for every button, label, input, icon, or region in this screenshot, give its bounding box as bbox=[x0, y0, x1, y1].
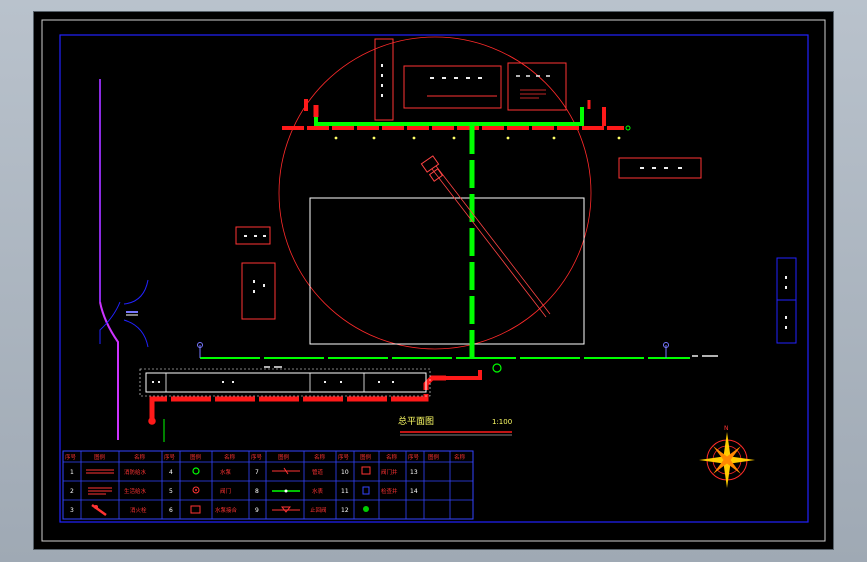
main-building-outline bbox=[309, 197, 585, 345]
building-top-middle bbox=[403, 65, 502, 109]
building-left-tall bbox=[241, 262, 276, 320]
legend-header-no: 序号 bbox=[65, 453, 77, 461]
svg-text:图例: 图例 bbox=[278, 453, 290, 461]
legend-no-14: 14 bbox=[410, 488, 418, 495]
legend-no-7: 7 bbox=[255, 469, 259, 476]
domestic-water-line-icon bbox=[88, 487, 112, 495]
legend-no-13: 13 bbox=[410, 469, 418, 476]
bottom-building-strip bbox=[145, 372, 427, 393]
legend-name-7: 管道 bbox=[312, 468, 324, 476]
legend-name-2: 生活给水 bbox=[124, 487, 147, 495]
svg-text:名称: 名称 bbox=[454, 453, 466, 461]
legend-name-6: 水泵接合 bbox=[215, 506, 238, 514]
legend-header-symbol: 图例 bbox=[94, 453, 106, 461]
svg-text:序号: 序号 bbox=[164, 453, 176, 461]
legend-no-8: 8 bbox=[255, 488, 259, 495]
legend-no-4: 4 bbox=[169, 469, 173, 476]
site-plan-drawing: 总平面图 1:100 序号 图例 名称 序号 图例 名称 序号 图例 名称 序号 bbox=[41, 19, 826, 542]
building-top-tall bbox=[374, 38, 394, 121]
legend-no-2: 2 bbox=[70, 488, 74, 495]
legend-name-10: 阀门井 bbox=[381, 468, 398, 476]
hydrant-icon bbox=[91, 503, 107, 517]
legend-name-3: 消火栓 bbox=[130, 506, 147, 514]
legend-name-5: 阀门 bbox=[220, 487, 231, 495]
legend-table: 序号 图例 名称 序号 图例 名称 序号 图例 名称 序号 图例 名称 序号 图… bbox=[62, 450, 474, 520]
svg-text:图例: 图例 bbox=[428, 453, 440, 461]
legend-header-name: 名称 bbox=[134, 453, 146, 461]
legend-no-1: 1 bbox=[70, 469, 74, 476]
legend-name-4: 水泵 bbox=[220, 468, 232, 476]
pump-icon bbox=[192, 467, 200, 475]
green-valve-icon bbox=[363, 506, 369, 512]
svg-text:序号: 序号 bbox=[408, 453, 420, 461]
pipe-arrow-icon bbox=[272, 467, 300, 475]
drawing-scale: 1:100 bbox=[492, 418, 512, 426]
check-valve-icon bbox=[272, 506, 300, 513]
right-label-box bbox=[618, 157, 702, 179]
building-top-right bbox=[507, 62, 567, 111]
svg-text:图例: 图例 bbox=[360, 453, 372, 461]
legend-no-5: 5 bbox=[169, 488, 173, 495]
meter-line-icon bbox=[272, 489, 300, 493]
compass-north-label: N bbox=[724, 425, 729, 432]
legend-no-6: 6 bbox=[169, 507, 173, 514]
north-compass-icon: N bbox=[699, 425, 755, 488]
svg-text:名称: 名称 bbox=[386, 453, 398, 461]
svg-text:序号: 序号 bbox=[338, 453, 350, 461]
manhole-icon bbox=[362, 486, 370, 495]
legend-no-12: 12 bbox=[341, 507, 349, 514]
legend-name-11: 检查井 bbox=[381, 487, 398, 495]
svg-text:名称: 名称 bbox=[314, 453, 326, 461]
legend-name-1: 消防给水 bbox=[124, 468, 147, 476]
svg-text:名称: 名称 bbox=[224, 453, 236, 461]
valve-circle-icon bbox=[192, 486, 200, 494]
legend-no-3: 3 bbox=[70, 507, 74, 514]
service-radius-circle bbox=[278, 36, 592, 350]
svg-text:图例: 图例 bbox=[190, 453, 202, 461]
legend-no-10: 10 bbox=[341, 469, 349, 476]
legend-no-11: 11 bbox=[341, 488, 349, 495]
square-well-icon bbox=[361, 466, 371, 475]
legend-name-9: 止回阀 bbox=[310, 506, 327, 514]
cad-drawing-viewport[interactable]: 总平面图 1:100 序号 图例 名称 序号 图例 名称 序号 图例 名称 序号 bbox=[34, 12, 833, 549]
legend-name-8: 水表 bbox=[312, 487, 324, 495]
fire-water-line-icon bbox=[86, 469, 114, 474]
legend-no-9: 9 bbox=[255, 507, 259, 514]
drawing-title: 总平面图 bbox=[398, 415, 434, 427]
svg-text:序号: 序号 bbox=[251, 453, 263, 461]
connector-box-icon bbox=[190, 505, 201, 514]
